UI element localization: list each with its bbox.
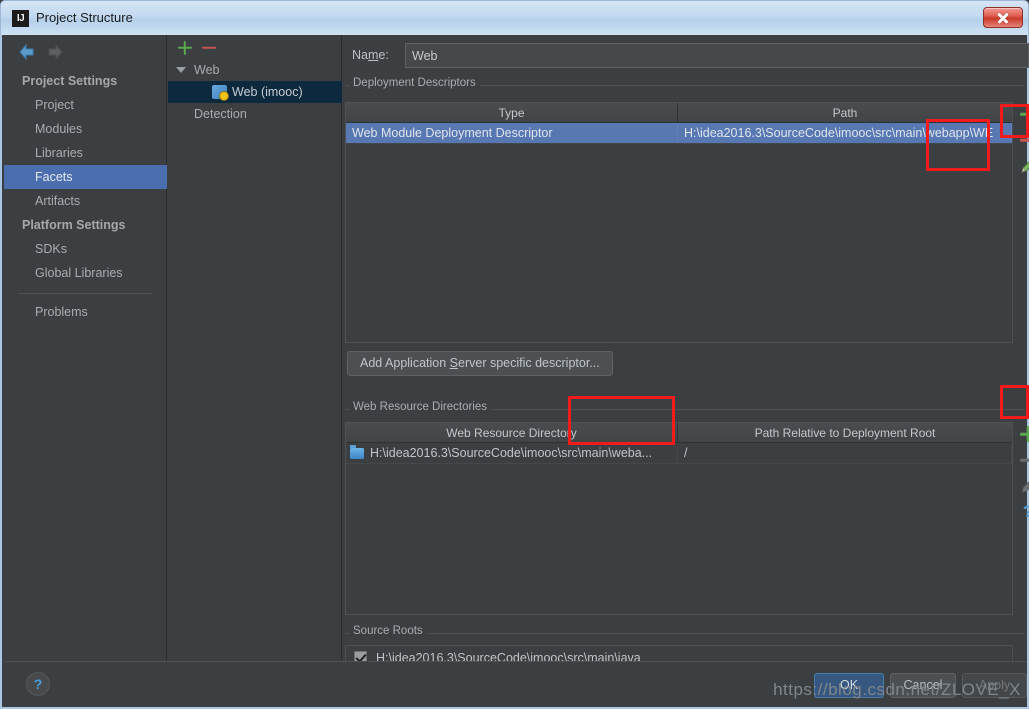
tree-node-web-imooc[interactable]: Web (imooc) [168,81,342,103]
table-row[interactable]: Web Module Deployment Descriptor H:\idea… [346,123,1012,144]
column-header-type[interactable]: Type [346,103,678,122]
cell-web-resource-directory: H:\idea2016.3\SourceCode\imooc\src\main\… [346,443,678,463]
deployment-descriptors-table: Type Path Web Module Deployment Descript… [345,102,1013,343]
edit-descriptor-button[interactable] [1015,153,1029,179]
sidebar-item-facets[interactable]: Facets [4,165,167,189]
source-roots-group: Source Roots [345,625,1025,637]
project-structure-dialog: IJ Project Structure Project Settings Pr… [0,0,1029,709]
title-bar: IJ Project Structure [0,0,1029,35]
sidebar-item-problems[interactable]: Problems [4,300,167,324]
cancel-button[interactable]: Cancel [890,673,956,698]
sidebar-item-sdks[interactable]: SDKs [4,237,167,261]
deployment-descriptors-group: Deployment Descriptors [345,77,1025,89]
cell-path: H:\idea2016.3\SourceCode\imooc\src\main\… [678,123,1012,143]
deployment-descriptors-title: Deployment Descriptors [349,77,480,89]
source-roots-title: Source Roots [349,625,427,637]
name-input[interactable] [405,43,1029,68]
facets-tree-panel: Web Web (imooc) Detection [168,35,342,663]
web-resource-directories-title: Web Resource Directories [349,401,492,413]
cell-type: Web Module Deployment Descriptor [346,123,678,143]
sidebar-item-artifacts[interactable]: Artifacts [4,189,167,213]
pencil-icon [1021,481,1029,493]
tree-node-label: Detection [194,107,247,121]
sidebar-divider [18,293,153,294]
minus-icon [200,39,218,57]
cell-relative-path: / [678,443,1012,463]
dialog-footer: ? OK Cancel Apply [4,661,1027,705]
add-descriptor-button[interactable] [1015,101,1029,127]
add-resource-button[interactable] [1015,421,1029,447]
sidebar-item-modules[interactable]: Modules [4,117,167,141]
remove-descriptor-button[interactable] [1015,127,1029,153]
question-icon: ? [1015,499,1029,525]
help-resource-button[interactable]: ? [1015,499,1029,525]
edit-resource-button[interactable] [1015,473,1029,499]
sidebar-item-libraries[interactable]: Libraries [4,141,167,165]
nav-group-project-settings: Project Settings [22,74,118,88]
tree-node-label: Web (imooc) [232,85,303,99]
arrow-left-icon[interactable] [16,41,38,63]
help-button[interactable]: ? [26,672,50,696]
facet-detail-panel: Name: Deployment Descriptors Type Path W… [343,35,1029,683]
window-title: Project Structure [36,10,133,25]
add-facet-button[interactable] [176,39,194,57]
settings-sidebar: Project Settings Project Modules Librari… [4,35,167,663]
deployment-descriptors-actions [1015,101,1029,179]
intellij-logo-icon: IJ [12,10,29,27]
dialog-body: Project Settings Project Modules Librari… [0,35,1029,709]
column-header-path-relative[interactable]: Path Relative to Deployment Root [678,423,1012,442]
web-resource-directories-table: Web Resource Directory Path Relative to … [345,422,1013,615]
chevron-down-icon[interactable] [176,67,186,73]
table-header: Type Path [346,103,1012,123]
folder-icon [350,445,364,459]
table-header: Web Resource Directory Path Relative to … [346,423,1012,443]
tree-node-web[interactable]: Web [168,59,342,81]
plus-icon [176,39,194,57]
web-resource-directories-actions: ? [1015,421,1029,525]
facets-tree-toolbar [168,35,341,59]
apply-button[interactable]: Apply [962,673,1027,698]
facets-tree: Web Web (imooc) Detection [168,59,342,125]
table-row[interactable]: H:\idea2016.3\SourceCode\imooc\src\main\… [346,443,1012,464]
group-divider [345,633,1025,634]
name-row: Name: [347,43,1029,69]
sidebar-item-project[interactable]: Project [4,93,167,117]
remove-facet-button[interactable] [200,39,218,57]
sidebar-item-global-libraries[interactable]: Global Libraries [4,261,167,285]
nav-group-platform-settings: Platform Settings [22,218,126,232]
column-header-path[interactable]: Path [678,103,1012,122]
settings-nav-list: Project Settings Project Modules Librari… [4,69,167,324]
cell-text: H:\idea2016.3\SourceCode\imooc\src\main\… [370,446,653,460]
column-header-web-resource-directory[interactable]: Web Resource Directory [346,423,678,442]
web-resource-directories-group: Web Resource Directories [345,401,1025,413]
add-application-server-descriptor-button[interactable]: Add Application Server specific descript… [347,351,613,376]
tree-node-detection[interactable]: Detection [168,103,342,125]
ok-button[interactable]: OK [814,673,884,698]
name-label: Name: [352,48,389,62]
web-facet-icon [212,85,229,101]
arrow-right-icon[interactable] [44,41,66,63]
close-icon[interactable] [983,7,1023,28]
pencil-icon [1021,161,1029,173]
remove-resource-button[interactable] [1015,447,1029,473]
